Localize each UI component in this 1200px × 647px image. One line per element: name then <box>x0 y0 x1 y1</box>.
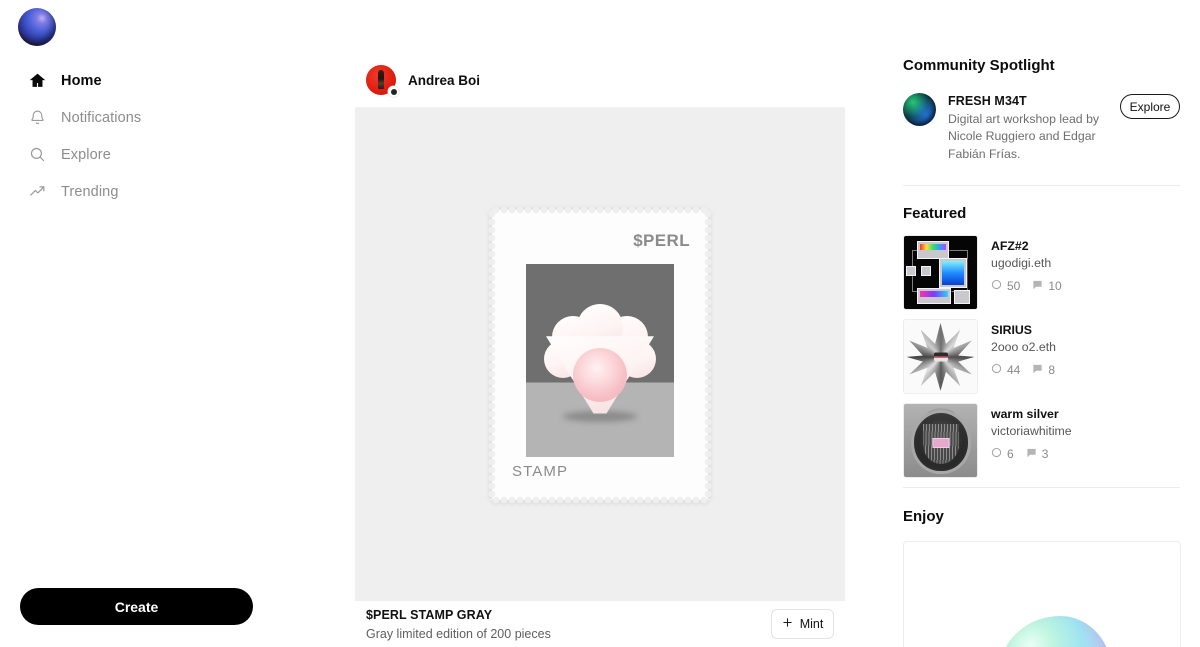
featured-list: AFZ#2 ugodigi.eth 50 10 SIRIUS 2ooo o2.e… <box>903 235 1180 479</box>
stamp-top-label: $PERL <box>633 230 690 250</box>
featured-info: warm silver victoriawhitime 6 3 <box>991 403 1072 461</box>
featured-name: SIRIUS <box>991 323 1032 338</box>
like-icon <box>991 363 1002 377</box>
plus-icon <box>782 617 793 631</box>
blob-artwork-icon <box>1000 616 1112 647</box>
featured-owner: victoriawhitime <box>991 424 1072 439</box>
post-header: Andrea Boi <box>355 53 845 108</box>
comment-count: 3 <box>1041 447 1049 462</box>
post-subtitle: Gray limited edition of 200 pieces <box>366 626 551 641</box>
post-meta: $PERL STAMP GRAY Gray limited edition of… <box>366 608 551 641</box>
enjoy-card[interactable] <box>903 541 1181 647</box>
like-count: 50 <box>1007 279 1021 294</box>
explore-button[interactable]: Explore <box>1120 94 1180 119</box>
comment-count: 10 <box>1048 279 1062 294</box>
comment-stat[interactable]: 3 <box>1026 447 1049 462</box>
feed-column: Andrea Boi $PERL STAMP $PERL STAMP GRAY … <box>355 0 845 647</box>
left-sidebar: Home Notifications Explore Trending Crea… <box>0 0 355 647</box>
featured-stats: 50 10 <box>991 279 1062 293</box>
comment-icon <box>1026 447 1037 461</box>
spotlight-text: FRESH M34T Digital art workshop lead by … <box>948 93 1108 163</box>
pearl-icon <box>573 347 627 402</box>
right-sidebar: Community Spotlight FRESH M34T Digital a… <box>845 0 1200 647</box>
like-stat[interactable]: 44 <box>991 363 1020 377</box>
avatar-badge-icon <box>388 86 399 97</box>
bell-icon <box>27 108 47 128</box>
sidebar-item-home[interactable]: Home <box>0 62 355 99</box>
post-footer: $PERL STAMP GRAY Gray limited edition of… <box>355 601 845 647</box>
featured-owner: ugodigi.eth <box>991 256 1052 271</box>
warm-silver-thumbnail[interactable] <box>903 403 978 479</box>
like-count: 44 <box>1007 363 1021 378</box>
search-icon <box>27 145 47 165</box>
mint-button-label: Mint <box>799 617 824 631</box>
sidebar-item-explore[interactable]: Explore <box>0 136 355 173</box>
sirius-thumbnail[interactable] <box>903 319 978 395</box>
comment-icon <box>1032 279 1043 293</box>
list-item[interactable]: SIRIUS 2ooo o2.eth 44 8 <box>903 319 1180 395</box>
like-count: 6 <box>1007 447 1014 462</box>
divider <box>903 185 1180 187</box>
avatar-figure <box>378 70 384 89</box>
comment-count: 8 <box>1048 363 1056 378</box>
list-item[interactable]: warm silver victoriawhitime 6 3 <box>903 403 1180 479</box>
featured-info: AFZ#2 ugodigi.eth 50 10 <box>991 235 1062 293</box>
post-media[interactable]: $PERL STAMP <box>355 108 845 601</box>
sidebar-item-trending[interactable]: Trending <box>0 173 355 210</box>
comment-stat[interactable]: 8 <box>1032 363 1055 377</box>
sidebar-item-trending-label: Trending <box>61 183 119 200</box>
spotlight-item[interactable]: FRESH M34T Digital art workshop lead by … <box>903 93 1180 163</box>
comment-stat[interactable]: 10 <box>1032 279 1062 294</box>
primary-navigation: Home Notifications Explore Trending <box>0 62 355 210</box>
afz-thumbnail[interactable] <box>903 235 978 311</box>
create-button[interactable]: Create <box>20 588 253 625</box>
featured-stats: 6 3 <box>991 447 1072 461</box>
brand-logo[interactable] <box>18 8 58 48</box>
divider <box>903 487 1180 489</box>
featured-name: warm silver <box>991 407 1059 422</box>
featured-section: Featured AFZ#2 ugodigi.eth 50 10 SIRIUS … <box>903 205 1180 479</box>
like-stat[interactable]: 50 <box>991 279 1020 293</box>
stamp-perforation-left <box>488 209 496 500</box>
spotlight-section: Community Spotlight FRESH M34T Digital a… <box>903 0 1180 163</box>
post-title: $PERL STAMP GRAY <box>366 607 493 622</box>
avatar[interactable] <box>366 65 399 97</box>
featured-heading: Featured <box>903 205 967 223</box>
like-icon <box>991 279 1002 293</box>
spotlight-name: FRESH M34T <box>948 94 1027 108</box>
spotlight-avatar <box>903 93 936 126</box>
stamp-perforation-right <box>704 209 712 500</box>
stamp-inner-art <box>526 263 674 457</box>
enjoy-heading: Enjoy <box>903 508 944 526</box>
trending-up-icon <box>27 182 47 202</box>
sidebar-item-notifications[interactable]: Notifications <box>0 99 355 136</box>
featured-info: SIRIUS 2ooo o2.eth 44 8 <box>991 319 1056 377</box>
spotlight-heading: Community Spotlight <box>903 57 1055 74</box>
comment-icon <box>1032 363 1043 377</box>
home-icon <box>27 71 47 91</box>
like-stat[interactable]: 6 <box>991 447 1014 461</box>
mint-button[interactable]: Mint <box>771 609 834 639</box>
featured-stats: 44 8 <box>991 363 1056 377</box>
stamp-artwork: $PERL STAMP <box>488 205 712 504</box>
post-author-name[interactable]: Andrea Boi <box>408 73 480 88</box>
featured-owner: 2ooo o2.eth <box>991 340 1056 355</box>
enjoy-section: Enjoy <box>903 508 1181 647</box>
like-icon <box>991 447 1002 461</box>
list-item[interactable]: AFZ#2 ugodigi.eth 50 10 <box>903 235 1180 311</box>
spotlight-description: Digital art workshop lead by Nicole Rugg… <box>948 112 1100 161</box>
sidebar-item-explore-label: Explore <box>61 146 111 163</box>
featured-name: AFZ#2 <box>991 239 1029 254</box>
sidebar-item-notifications-label: Notifications <box>61 109 142 126</box>
shell-icon <box>544 303 656 414</box>
app-root: Home Notifications Explore Trending Crea… <box>0 0 1200 647</box>
sidebar-item-home-label: Home <box>61 72 102 89</box>
stamp-bottom-label: STAMP <box>512 462 569 480</box>
orb-logo-icon <box>18 8 56 46</box>
